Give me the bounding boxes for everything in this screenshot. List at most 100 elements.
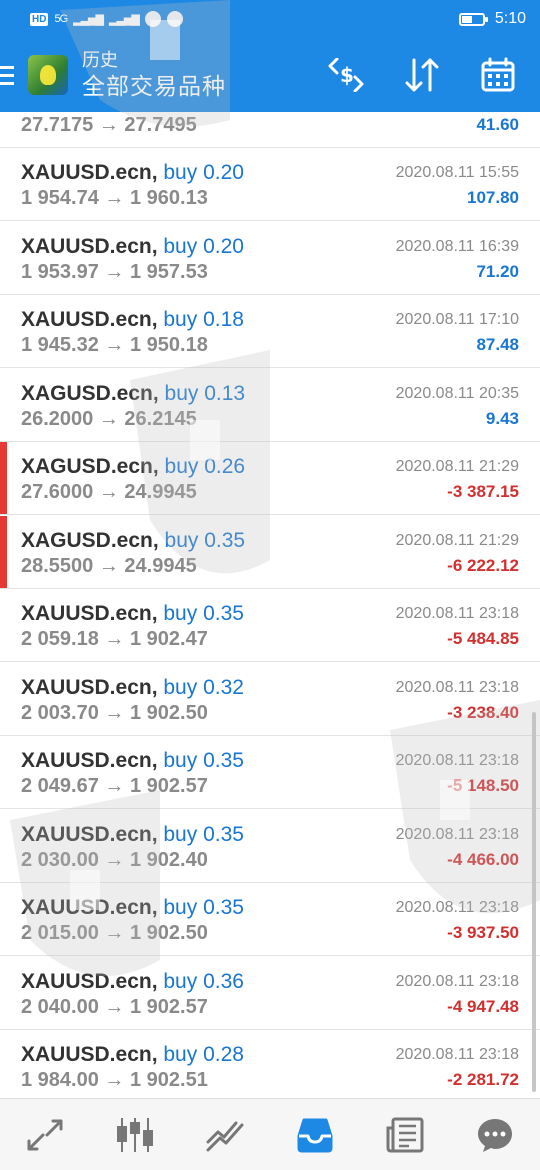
status-bar: HD 5G ▂▃▅▇ ▂▃▅▇ 5:10 bbox=[0, 0, 540, 38]
trade-profit: -6 222.12 bbox=[447, 555, 519, 575]
trade-time: 2020.08.11 15:55 bbox=[395, 164, 519, 181]
trade-side: buy 0.18 bbox=[163, 308, 244, 331]
trade-prices: 2 049.67 → 1 902.57 bbox=[21, 775, 208, 797]
list-item[interactable]: XAUUSD.ecn, buy 0.35 2 049.67 → 1 902.57 2… bbox=[0, 736, 540, 809]
trade-time: 2020.08.11 17:10 bbox=[395, 311, 519, 328]
trade-profit: 71.20 bbox=[476, 261, 519, 281]
symbol-label: XAUUSD.ecn, bbox=[21, 969, 158, 993]
currency-exchange-icon[interactable]: $ bbox=[326, 55, 366, 95]
trade-time: 2020.08.11 23:18 bbox=[395, 899, 519, 916]
trade-profit: -5 148.50 bbox=[447, 776, 519, 795]
list-item[interactable]: XAUUSD.ecn, buy 0.18 1 945.32 → 1 950.18 2… bbox=[0, 295, 540, 368]
trade-prices: 2 040.00 → 1 902.57 bbox=[21, 995, 208, 1018]
network-label: 5G bbox=[54, 13, 68, 25]
trade-side: buy 0.13 bbox=[164, 381, 246, 405]
symbol-label: XAGUSD.ecn, bbox=[21, 381, 159, 405]
trade-side: buy 0.35 bbox=[163, 749, 244, 772]
trade-prices: 2 015.00 → 1 902.50 bbox=[21, 922, 208, 944]
list-item[interactable]: XAUUSD.ecn, buy 0.35 2 059.18 → 1 902.47 2… bbox=[0, 589, 540, 662]
trade-time: 2020.08.11 23:18 bbox=[395, 972, 519, 990]
chart-icon[interactable] bbox=[110, 1110, 160, 1160]
symbol-label: XAUUSD.ecn, bbox=[21, 234, 158, 258]
trade-profit: 9.43 bbox=[485, 408, 519, 428]
menu-icon[interactable] bbox=[0, 65, 22, 85]
trade-symbol: XAUUSD.ecn, buy 0.32 bbox=[21, 676, 244, 700]
trade-icon[interactable] bbox=[200, 1110, 250, 1160]
trade-side: buy 0.32 bbox=[163, 675, 244, 699]
calendar-icon[interactable] bbox=[478, 55, 518, 95]
trade-profit: -3 937.50 bbox=[447, 923, 519, 942]
signal-icon-2: ▂▃▅▇ bbox=[108, 13, 140, 26]
trade-profit: 41.60 bbox=[476, 115, 519, 134]
loss-marker bbox=[0, 442, 7, 514]
symbol-label: XAUUSD.ecn, bbox=[21, 308, 158, 331]
page-title: 历史 bbox=[82, 50, 118, 70]
trade-symbol: XAUUSD.ecn, buy 0.36 bbox=[21, 970, 244, 994]
trade-profit: -4 947.48 bbox=[447, 996, 519, 1016]
bottom-nav bbox=[0, 1098, 540, 1170]
app-logo bbox=[28, 55, 68, 95]
trade-side: buy 0.26 bbox=[164, 455, 246, 478]
notification-icon bbox=[166, 11, 183, 27]
list-item[interactable]: XAUUSD.ecn, buy 0.36 2 040.00 → 1 902.57 2… bbox=[0, 956, 540, 1030]
symbol-label: XAUUSD.ecn, bbox=[21, 749, 158, 772]
list-item[interactable]: XAGUSD.ecn, buy 0.13 26.2000 → 26.2145 202… bbox=[0, 368, 540, 442]
list-item[interactable]: XAUUSD.ecn, buy 0.35 2 030.00 → 1 902.40 2… bbox=[0, 809, 540, 883]
trade-time: 2020.08.11 23:18 bbox=[395, 1046, 519, 1063]
list-item[interactable]: XAUUSD.ecn, buy 0.28 1 984.00 → 1 902.51 2… bbox=[0, 1030, 540, 1098]
chat-icon[interactable] bbox=[470, 1110, 520, 1160]
trade-side: buy 0.35 bbox=[164, 528, 246, 552]
list-item[interactable]: XAUUSD.ecn, buy 0.20 1 953.97 → 1 957.53 2… bbox=[0, 221, 540, 295]
trade-symbol: XAUUSD.ecn, buy 0.35 bbox=[21, 602, 244, 626]
trade-profit: -3 238.40 bbox=[447, 702, 519, 722]
list-item[interactable]: XAUUSD.ecn, buy 0.20 1 954.74 → 1 960.13 2… bbox=[0, 148, 540, 221]
trade-profit: -3 387.15 bbox=[447, 482, 519, 501]
battery-icon bbox=[458, 12, 488, 26]
symbol-label: XAUUSD.ecn, bbox=[21, 1043, 158, 1066]
sort-icon[interactable] bbox=[402, 55, 442, 95]
list-item-partial[interactable]: 27.7175 → 27.7495 41.60 bbox=[0, 112, 540, 148]
history-icon[interactable] bbox=[290, 1110, 340, 1160]
symbol-label: XAGUSD.ecn, bbox=[21, 528, 159, 552]
trade-time: 2020.08.11 23:18 bbox=[395, 825, 519, 843]
list-item[interactable]: XAGUSD.ecn, buy 0.35 28.5500 → 24.9945 202… bbox=[0, 515, 540, 589]
trade-symbol: XAUUSD.ecn, buy 0.35 bbox=[21, 823, 244, 847]
trade-side: buy 0.35 bbox=[163, 896, 244, 919]
svg-text:$: $ bbox=[340, 63, 354, 87]
app-header: 历史 全部交易品种 $ bbox=[0, 38, 540, 112]
history-list[interactable]: 27.7175 → 27.7495 41.60 XAUUSD.ecn, buy … bbox=[0, 112, 540, 1098]
trade-symbol: XAGUSD.ecn, buy 0.35 bbox=[21, 529, 245, 553]
trade-prices: 28.5500 → 24.9945 bbox=[21, 554, 197, 577]
trade-symbol: XAGUSD.ecn, buy 0.26 bbox=[21, 455, 245, 479]
trade-profit: -5 484.85 bbox=[447, 629, 519, 648]
trade-time: 2020.08.11 21:29 bbox=[395, 458, 519, 475]
trade-prices: 26.2000 → 26.2145 bbox=[21, 407, 197, 430]
list-item[interactable]: XAUUSD.ecn, buy 0.32 2 003.70 → 1 902.50 2… bbox=[0, 662, 540, 736]
list-item[interactable]: XAUUSD.ecn, buy 0.35 2 015.00 → 1 902.50 2… bbox=[0, 883, 540, 956]
trade-symbol: XAUUSD.ecn, buy 0.28 bbox=[21, 1043, 244, 1067]
hd-badge: HD bbox=[30, 12, 49, 26]
list-item[interactable]: XAGUSD.ecn, buy 0.26 27.6000 → 24.9945 202… bbox=[0, 442, 540, 515]
symbol-label: XAUUSD.ecn, bbox=[21, 675, 158, 699]
symbol-label: XAGUSD.ecn, bbox=[21, 455, 159, 478]
header-actions: $ bbox=[326, 55, 518, 95]
trade-prices: 1 953.97 → 1 957.53 bbox=[21, 260, 208, 283]
news-icon[interactable] bbox=[380, 1110, 430, 1160]
trade-prices: 2 003.70 → 1 902.50 bbox=[21, 701, 208, 724]
trade-side: buy 0.35 bbox=[163, 822, 244, 846]
scrollbar[interactable] bbox=[532, 712, 536, 1092]
symbol-label: XAUUSD.ecn, bbox=[21, 161, 158, 184]
trade-side: buy 0.35 bbox=[163, 602, 244, 625]
trade-symbol: XAUUSD.ecn, buy 0.35 bbox=[21, 749, 244, 773]
trade-profit: -4 466.00 bbox=[447, 849, 519, 869]
quotes-icon[interactable] bbox=[20, 1110, 70, 1160]
trade-symbol: XAUUSD.ecn, buy 0.18 bbox=[21, 308, 244, 332]
trade-time: 2020.08.11 20:35 bbox=[395, 384, 519, 402]
trade-prices: 2 030.00 → 1 902.40 bbox=[21, 848, 208, 871]
trade-prices: 1 954.74 → 1 960.13 bbox=[21, 187, 208, 209]
trade-symbol: XAUUSD.ecn, buy 0.20 bbox=[21, 161, 244, 185]
trade-prices: 27.7175 → 27.7495 bbox=[21, 114, 197, 136]
trade-symbol: XAUUSD.ecn, buy 0.20 bbox=[21, 235, 244, 259]
trade-side: buy 0.28 bbox=[163, 1043, 244, 1066]
symbol-filter[interactable]: 全部交易品种 bbox=[82, 71, 226, 101]
